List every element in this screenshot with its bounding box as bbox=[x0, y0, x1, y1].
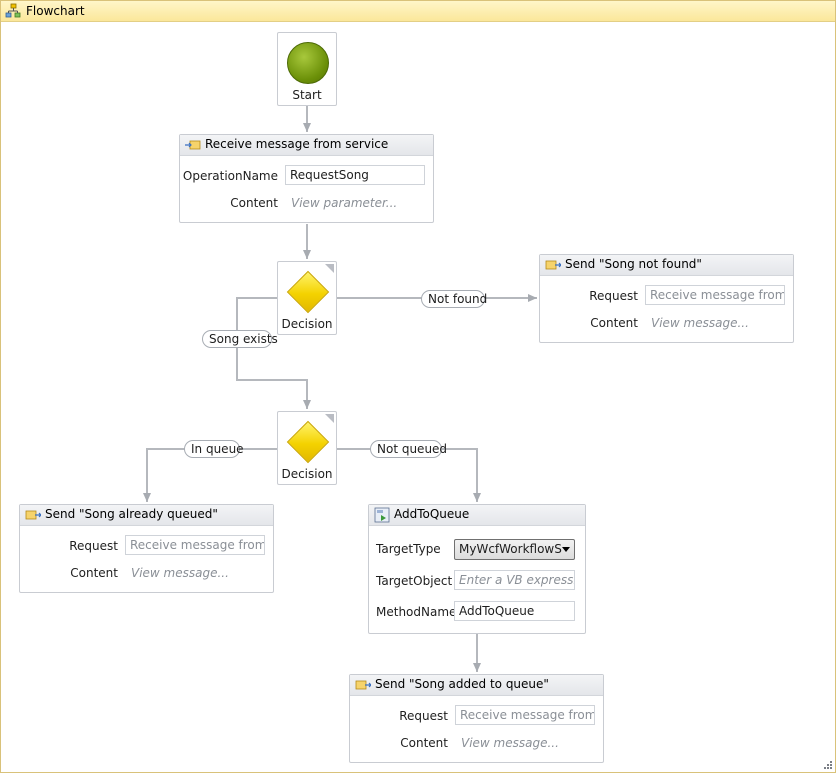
connector-label-in-queue[interactable]: In queue bbox=[184, 440, 244, 458]
receive-envelope-icon bbox=[185, 140, 201, 150]
send-added-request-field[interactable]: Receive message from se bbox=[455, 705, 595, 725]
send-envelope-icon bbox=[25, 510, 41, 520]
send-already-queued-request-label: Request bbox=[69, 539, 118, 553]
add-to-queue-activity[interactable]: AddToQueue TargetType MyWcfWorkflowS Tar… bbox=[368, 504, 586, 634]
send-already-queued-request-field[interactable]: Receive message from se bbox=[125, 535, 265, 555]
send-already-queued-title: Send "Song already queued" bbox=[45, 507, 218, 521]
flowchart-designer: Flowchart bbox=[0, 0, 836, 773]
operation-name-label: OperationName bbox=[182, 169, 278, 183]
send-added-activity[interactable]: Send "Song added to queue" Request Recei… bbox=[349, 674, 604, 763]
send-already-queued-content-label: Content bbox=[70, 566, 118, 580]
operation-name-field[interactable]: RequestSong bbox=[285, 165, 425, 185]
send-added-content-label: Content bbox=[400, 736, 448, 750]
decision-diamond-icon bbox=[286, 270, 330, 314]
send-not-found-content-label: Content bbox=[590, 316, 638, 330]
decision-diamond-icon bbox=[286, 420, 330, 464]
target-type-select[interactable]: MyWcfWorkflowS bbox=[454, 539, 575, 560]
send-added-request-label: Request bbox=[399, 709, 448, 723]
target-type-value: MyWcfWorkflowS bbox=[459, 542, 562, 556]
send-already-queued-activity[interactable]: Send "Song already queued" Request Recei… bbox=[19, 504, 274, 593]
send-not-found-header: Send "Song not found" bbox=[540, 255, 793, 276]
target-object-label: TargetObject bbox=[376, 574, 453, 588]
start-node[interactable]: Start bbox=[277, 32, 337, 106]
send-already-queued-view-message-link[interactable]: View message... bbox=[131, 566, 229, 580]
expand-corner-icon bbox=[325, 414, 334, 423]
target-type-label: TargetType bbox=[376, 542, 441, 556]
title-bar: Flowchart bbox=[1, 1, 835, 22]
send-not-found-request-field[interactable]: Receive message from se bbox=[645, 285, 785, 305]
connector-label-not-queued[interactable]: Not queued bbox=[370, 440, 447, 458]
start-label: Start bbox=[292, 88, 322, 102]
start-circle-icon bbox=[287, 42, 329, 84]
resize-grip-icon[interactable] bbox=[822, 759, 832, 769]
send-added-title: Send "Song added to queue" bbox=[375, 677, 549, 691]
connector-label-not-found[interactable]: Not found bbox=[421, 290, 487, 308]
flowchart-icon bbox=[5, 3, 21, 18]
invoke-method-icon bbox=[374, 507, 390, 523]
send-not-found-title: Send "Song not found" bbox=[565, 257, 702, 271]
add-to-queue-header: AddToQueue bbox=[369, 505, 585, 526]
method-name-field[interactable]: AddToQueue bbox=[454, 601, 575, 621]
window-title: Flowchart bbox=[26, 4, 85, 18]
decision-node-1[interactable]: Decision bbox=[277, 261, 337, 335]
expand-corner-icon bbox=[325, 264, 334, 273]
send-envelope-icon bbox=[355, 680, 371, 690]
send-not-found-activity[interactable]: Send "Song not found" Request Receive me… bbox=[539, 254, 794, 343]
method-name-label: MethodName bbox=[376, 605, 457, 619]
chevron-down-icon bbox=[562, 547, 570, 552]
receive-title: Receive message from service bbox=[205, 137, 389, 151]
receive-activity[interactable]: Receive message from service OperationNa… bbox=[179, 134, 434, 223]
send-not-found-view-message-link[interactable]: View message... bbox=[651, 316, 749, 330]
add-to-queue-title: AddToQueue bbox=[394, 507, 470, 521]
decision-2-label: Decision bbox=[281, 467, 333, 481]
send-added-view-message-link[interactable]: View message... bbox=[461, 736, 559, 750]
receive-header: Receive message from service bbox=[180, 135, 433, 156]
send-envelope-icon bbox=[545, 260, 561, 270]
send-added-header: Send "Song added to queue" bbox=[350, 675, 603, 696]
receive-content-label: Content bbox=[230, 196, 278, 210]
decision-node-2[interactable]: Decision bbox=[277, 411, 337, 485]
decision-1-label: Decision bbox=[281, 317, 333, 331]
target-object-field[interactable]: Enter a VB expression bbox=[454, 570, 575, 590]
connector-label-song-exists[interactable]: Song exists bbox=[202, 330, 278, 348]
send-already-queued-header: Send "Song already queued" bbox=[20, 505, 273, 526]
view-parameter-link[interactable]: View parameter... bbox=[291, 196, 397, 210]
send-not-found-request-label: Request bbox=[589, 289, 638, 303]
